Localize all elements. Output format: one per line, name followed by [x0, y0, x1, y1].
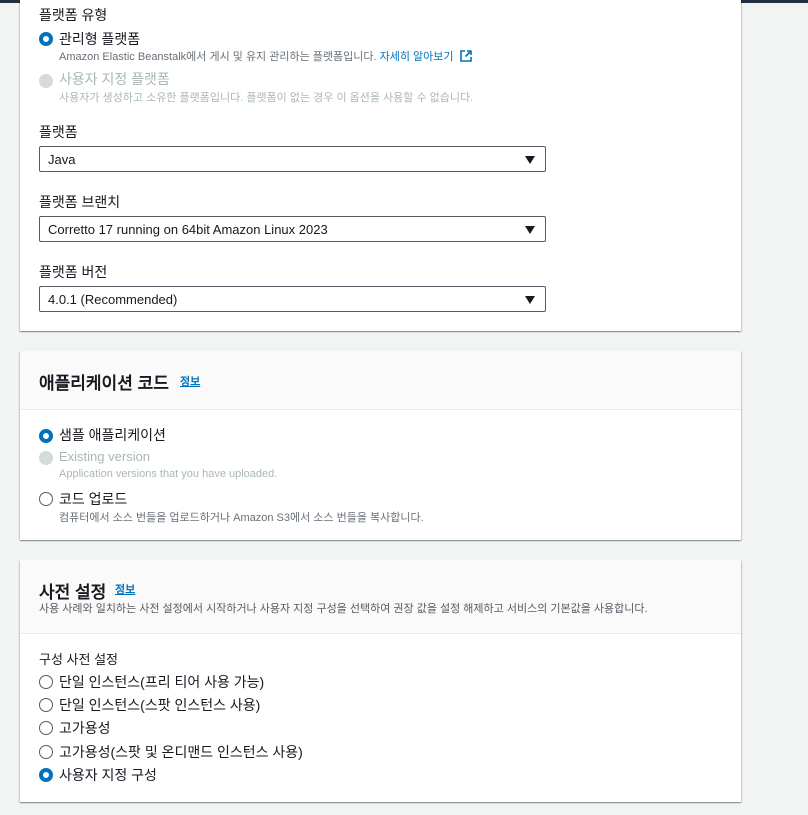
- existing-version-label: Existing version: [59, 449, 151, 464]
- preset-radio-ha-spot[interactable]: [39, 745, 53, 759]
- preset-radio-single-free[interactable]: [39, 675, 53, 689]
- app-code-info-link[interactable]: 정보: [180, 373, 200, 389]
- preset-radio-single-spot[interactable]: [39, 698, 53, 712]
- platform-label: 플랫폼: [39, 124, 78, 140]
- preset-radio-custom[interactable]: [39, 768, 53, 782]
- custom-platform-label: 사용자 지정 플랫폼: [59, 71, 170, 87]
- config-preset-label: 구성 사전 설정: [39, 652, 118, 667]
- presets-panel: 사전 설정 정보 사용 사례와 일치하는 사전 설정에서 시작하거나 사용자 지…: [20, 560, 741, 802]
- preset-label-single-free: 단일 인스턴스(프리 티어 사용 가능): [59, 674, 265, 690]
- learn-more-text: 자세히 알아보기: [379, 51, 454, 63]
- caret-down-icon: [525, 156, 535, 164]
- platform-branch-select[interactable]: Corretto 17 running on 64bit Amazon Linu…: [39, 216, 546, 242]
- custom-platform-desc: 사용자가 생성하고 소유한 플랫폼입니다. 플랫폼이 없는 경우 이 옵션을 사…: [59, 92, 474, 104]
- preset-label-ha: 고가용성: [59, 720, 111, 736]
- caret-down-icon: [525, 296, 535, 304]
- presets-info-link[interactable]: 정보: [115, 581, 135, 597]
- existing-version-radio[interactable]: [39, 451, 53, 465]
- platform-select[interactable]: Java: [39, 146, 546, 172]
- custom-platform-radio[interactable]: [39, 74, 53, 88]
- application-code-header: 애플리케이션 코드 정보: [20, 351, 741, 410]
- managed-platform-desc-text: Amazon Elastic Beanstalk에서 게시 및 유지 관리하는 …: [59, 51, 377, 63]
- learn-more-link[interactable]: 자세히 알아보기: [379, 50, 472, 63]
- application-code-panel: 애플리케이션 코드 정보 샘플 애플리케이션 Existing version …: [20, 351, 741, 540]
- platform-type-label: 플랫폼 유형: [39, 7, 108, 23]
- upload-code-label: 코드 업로드: [59, 491, 128, 507]
- caret-down-icon: [525, 226, 535, 234]
- platform-version-value: 4.0.1 (Recommended): [48, 292, 178, 307]
- platform-select-value: Java: [48, 152, 76, 167]
- managed-platform-label: 관리형 플랫폼: [59, 31, 141, 47]
- preset-label-custom: 사용자 지정 구성: [59, 767, 157, 783]
- external-link-icon: [459, 50, 472, 62]
- existing-version-desc: Application versions that you have uploa…: [59, 468, 278, 480]
- preset-label-ha-spot: 고가용성(스팟 및 온디맨드 인스턴스 사용): [59, 744, 303, 760]
- managed-platform-desc: Amazon Elastic Beanstalk에서 게시 및 유지 관리하는 …: [59, 48, 472, 64]
- sample-app-label: 샘플 애플리케이션: [59, 427, 166, 443]
- managed-platform-radio[interactable]: [39, 32, 53, 46]
- platform-branch-value: Corretto 17 running on 64bit Amazon Linu…: [48, 222, 328, 237]
- platform-panel: 플랫폼 유형 관리형 플랫폼 Amazon Elastic Beanstalk에…: [20, 0, 741, 331]
- upload-code-desc: 컴퓨터에서 소스 번들을 업로드하거나 Amazon S3에서 소스 번들을 복…: [59, 512, 424, 524]
- presets-desc: 사용 사례와 일치하는 사전 설정에서 시작하거나 사용자 지정 구성을 선택하…: [39, 603, 648, 615]
- sample-app-radio[interactable]: [39, 429, 53, 443]
- upload-code-radio[interactable]: [39, 492, 53, 506]
- platform-version-select[interactable]: 4.0.1 (Recommended): [39, 286, 546, 312]
- presets-header: 사전 설정 정보 사용 사례와 일치하는 사전 설정에서 시작하거나 사용자 지…: [20, 560, 741, 634]
- platform-version-label: 플랫폼 버전: [39, 264, 108, 280]
- application-code-title: 애플리케이션 코드: [39, 374, 169, 393]
- preset-label-single-spot: 단일 인스턴스(스팟 인스턴스 사용): [59, 697, 261, 713]
- platform-branch-label: 플랫폼 브랜치: [39, 194, 121, 210]
- preset-radio-ha[interactable]: [39, 721, 53, 735]
